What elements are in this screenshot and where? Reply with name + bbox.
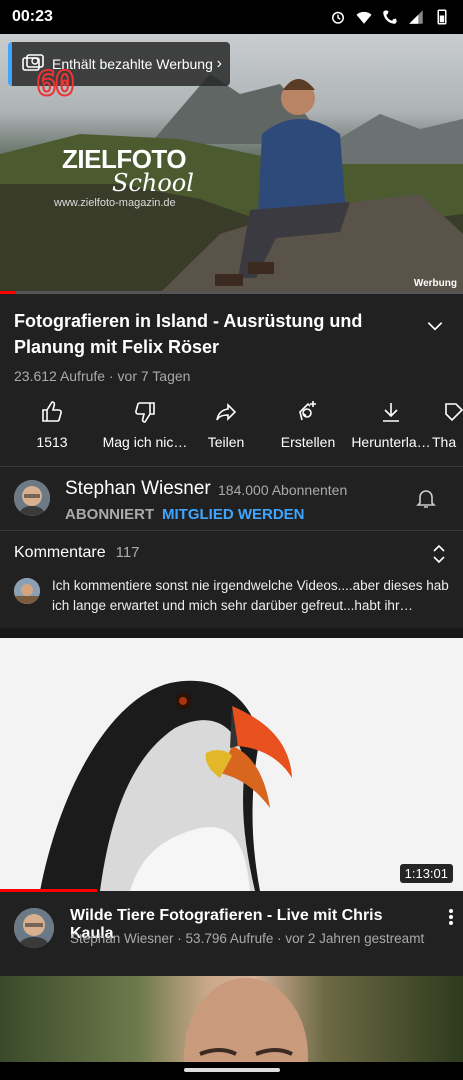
thanks-label: Tha (432, 434, 457, 450)
view-count: 23.612 Aufrufe (14, 368, 106, 384)
avatar-image (14, 480, 50, 516)
overlay-number: 60 (35, 63, 76, 105)
comments-section[interactable]: Kommentare 117 Ich kommentiere sonst nie … (14, 544, 454, 613)
download-icon (383, 403, 399, 422)
puffin-image (40, 680, 292, 891)
channel-row[interactable]: Stephan Wiesner 184.000 Abonnenten ABONN… (14, 476, 454, 526)
section-separator (0, 628, 463, 638)
next-video-thumbnail[interactable]: 1:13:01 (0, 638, 463, 891)
video-info[interactable]: Fotografieren in Island - Ausrüstung und… (14, 308, 414, 384)
logo-line2: School (112, 169, 194, 197)
thumbs-down-icon (135, 402, 155, 423)
commenter-avatar (14, 578, 40, 604)
wifi-icon (356, 11, 372, 24)
watched-progress (0, 889, 98, 892)
thanks-icon (445, 403, 463, 422)
comment-preview: Ich kommentiere sonst nie irgendwelche V… (52, 578, 449, 613)
logo-url: www.zielfoto-magazin.de (54, 197, 176, 209)
battery-icon (437, 9, 447, 25)
video-duration: 1:13:01 (399, 864, 453, 883)
video-title: Fotografieren in Island - Ausrüstung und… (14, 311, 363, 357)
bell-icon[interactable] (414, 486, 438, 510)
subscriber-count: 184.000 Abonnenten (218, 482, 348, 498)
system-nav-bar (0, 1062, 463, 1080)
chevron-down-icon[interactable] (425, 316, 445, 336)
divider (0, 530, 463, 531)
share-icon (216, 403, 237, 421)
ad-label: Werbung (413, 278, 457, 289)
comments-count: 117 (115, 544, 140, 561)
video-player[interactable]: Enthält bezahlte Werbung › 60 ZIELFOTO S… (0, 34, 463, 293)
avatar-image (14, 908, 54, 948)
create-icon (299, 401, 316, 421)
join-membership-button[interactable]: MITGLIED WERDEN (162, 506, 305, 523)
signal-icon (409, 10, 423, 24)
more-options-icon[interactable] (448, 908, 454, 926)
channel-name[interactable]: Stephan Wiesner (65, 478, 211, 500)
dislike-label: Mag ich nic… (102, 434, 188, 450)
download-label: Herunterla… (351, 434, 431, 450)
commenter-avatar-image (14, 578, 40, 604)
status-icons (329, 8, 451, 26)
divider (0, 466, 463, 467)
phone-wifi-icon (383, 10, 397, 24)
share-button[interactable]: Teilen (186, 400, 266, 460)
dislike-button[interactable]: Mag ich nic… (102, 400, 188, 460)
paid-promotion-label: Enthält bezahlte Werbung (52, 56, 213, 72)
comments-title: Kommentare (14, 544, 106, 561)
chevron-right-icon: › (216, 55, 222, 72)
create-button[interactable]: Erstellen (266, 400, 350, 460)
expand-collapse-icon[interactable] (431, 544, 447, 564)
player-progress-track[interactable] (0, 291, 463, 294)
video-meta: 23.612 Aufrufe · vor 7 Tagen (14, 368, 414, 384)
player-progress-fill (0, 291, 17, 294)
like-button[interactable]: 1513 (0, 400, 104, 460)
comments-heading: Kommentare 117 (14, 544, 454, 562)
status-time: 00:23 (12, 8, 53, 25)
alarm-icon (332, 11, 344, 24)
next-video-meta: Stephan Wiesner · 53.796 Aufrufe · vor 2… (70, 931, 425, 946)
create-label: Erstellen (280, 434, 336, 450)
action-bar: 1513 Mag ich nic… Teilen Erstellen Herun… (0, 400, 463, 460)
thumbs-up-icon (42, 401, 62, 422)
avatar[interactable] (14, 480, 50, 516)
like-count: 1513 (36, 434, 68, 450)
upload-age: vor 7 Tagen (117, 368, 191, 384)
status-bar: 00:23 (0, 0, 463, 34)
subscribed-button[interactable]: ABONNIERT (65, 506, 154, 523)
share-label: Teilen (207, 434, 245, 450)
download-button[interactable]: Herunterla… (350, 400, 432, 460)
avatar[interactable] (14, 908, 54, 948)
home-gesture-handle[interactable] (184, 1068, 280, 1072)
channel-watermark-logo: ZIELFOTO School www.zielfoto-magazin.de (54, 144, 194, 209)
thanks-button[interactable]: Tha (432, 400, 463, 460)
meta-separator: · (105, 368, 118, 384)
